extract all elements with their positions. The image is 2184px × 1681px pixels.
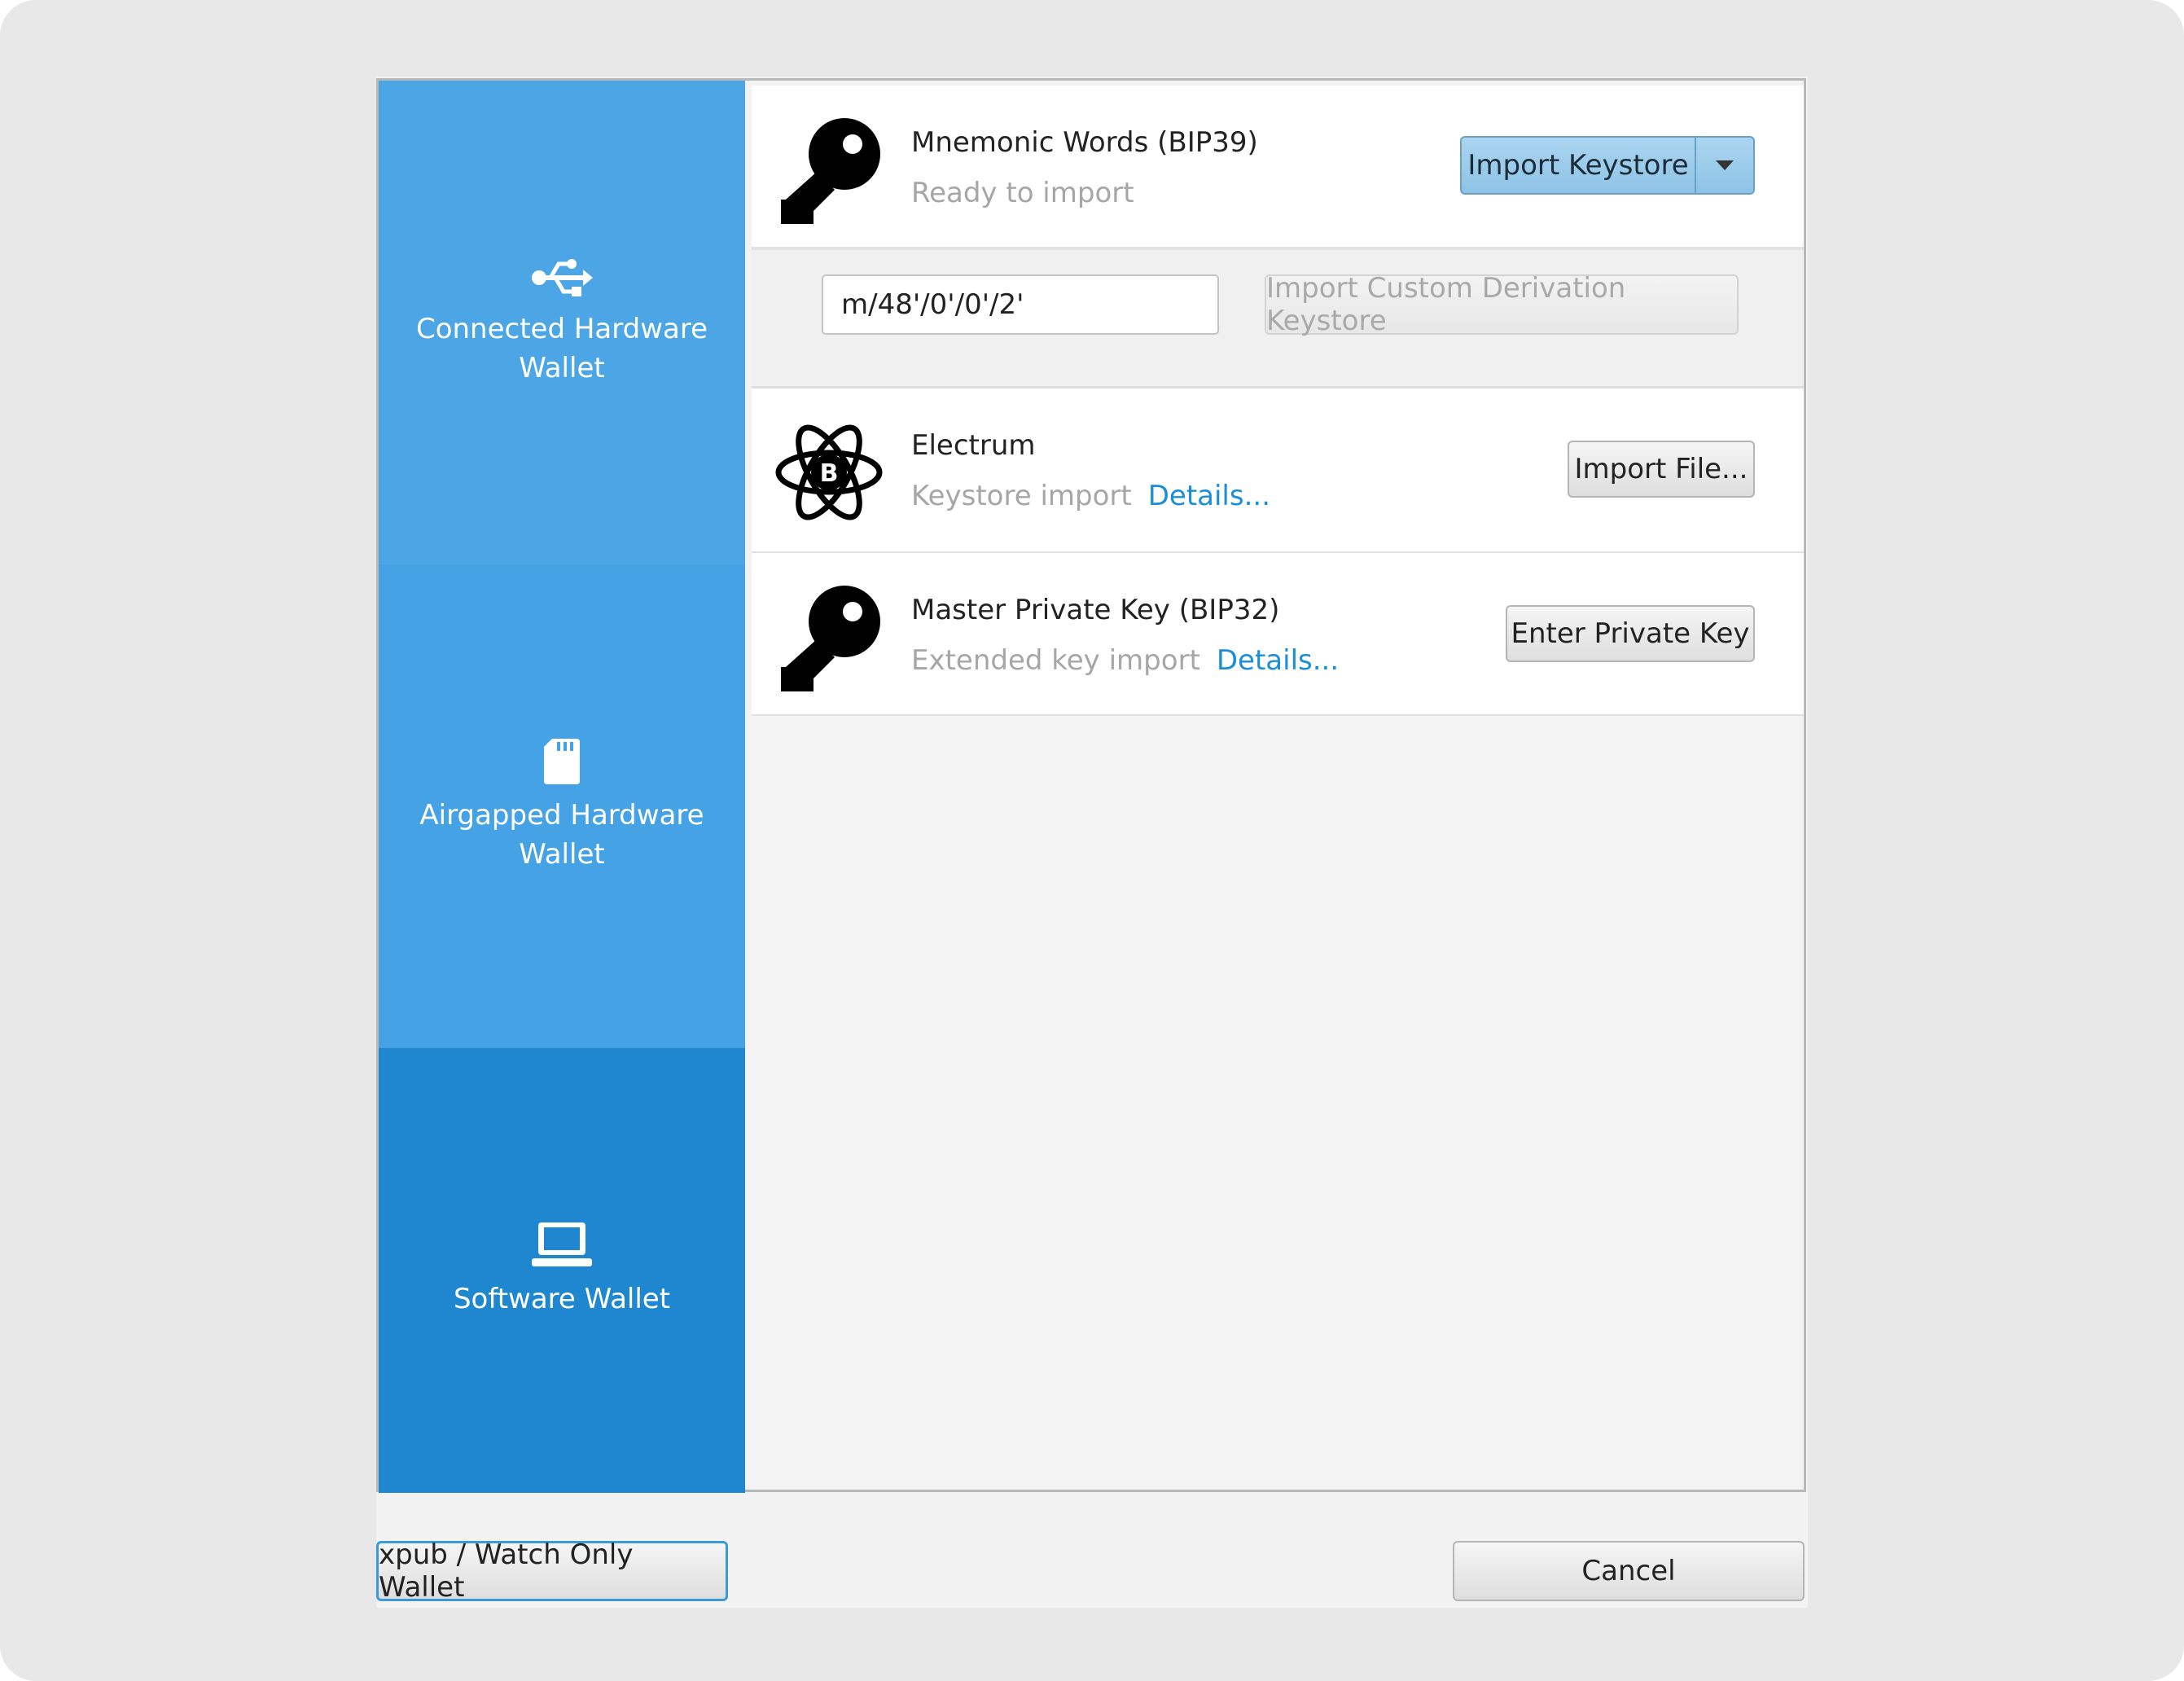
- sidebar: Connected Hardware Wallet Airgapped Hard…: [379, 81, 745, 1493]
- sidebar-item-airgapped-hardware-wallet[interactable]: Airgapped Hardware Wallet: [379, 564, 745, 1048]
- mnemonic-option: Mnemonic Words (BIP39) Ready to import I…: [752, 86, 1804, 248]
- option-subtitle: Extended key import Details...: [911, 644, 1340, 677]
- svg-text:B: B: [820, 459, 839, 488]
- option-subtitle: Keystore import Details...: [911, 480, 1271, 512]
- wallet-import-panel: Connected Hardware Wallet Airgapped Hard…: [376, 78, 1806, 1493]
- sidebar-item-label: Connected Hardware Wallet: [415, 313, 708, 384]
- import-keystore-button[interactable]: Import Keystore: [1462, 138, 1695, 193]
- sidebar-item-label: Software Wallet: [453, 1283, 671, 1315]
- details-link[interactable]: Details...: [1217, 644, 1339, 677]
- derivation-path-input[interactable]: [822, 274, 1219, 335]
- software-wallet-options: Mnemonic Words (BIP39) Ready to import I…: [745, 81, 1804, 1490]
- sidebar-item-connected-hardware-wallet[interactable]: Connected Hardware Wallet: [379, 81, 745, 564]
- option-subtitle: Ready to import: [911, 177, 1134, 209]
- import-keystore-split-button[interactable]: Import Keystore: [1460, 136, 1755, 195]
- option-title: Mnemonic Words (BIP39): [911, 126, 1258, 159]
- enter-private-key-button[interactable]: Enter Private Key: [1506, 605, 1755, 662]
- key-icon: [781, 118, 880, 224]
- usb-icon: [532, 259, 593, 296]
- option-title: Master Private Key (BIP32): [911, 594, 1280, 626]
- details-link[interactable]: Details...: [1148, 480, 1270, 512]
- electrum-bitcoin-icon: B: [775, 424, 883, 520]
- dropdown-arrow-icon[interactable]: [1695, 138, 1753, 193]
- sd-card-icon: [544, 739, 580, 784]
- laptop-icon: [532, 1222, 592, 1266]
- electrum-option: B Electrum Keystore import Details... Imp…: [752, 388, 1804, 553]
- sidebar-item-software-wallet[interactable]: Software Wallet: [379, 1048, 745, 1493]
- import-file-button[interactable]: Import File...: [1568, 441, 1755, 498]
- watch-only-wallet-button[interactable]: xpub / Watch Only Wallet: [376, 1538, 728, 1604]
- key-icon: [781, 586, 880, 691]
- import-custom-derivation-button[interactable]: Import Custom Derivation Keystore: [1265, 272, 1739, 337]
- cancel-button[interactable]: Cancel: [1453, 1541, 1805, 1601]
- option-title: Electrum: [911, 429, 1036, 462]
- master-private-key-option: Master Private Key (BIP32) Extended key …: [752, 553, 1804, 716]
- custom-derivation-row: Import Custom Derivation Keystore: [752, 248, 1804, 388]
- sidebar-item-label: Airgapped Hardware Wallet: [419, 799, 704, 871]
